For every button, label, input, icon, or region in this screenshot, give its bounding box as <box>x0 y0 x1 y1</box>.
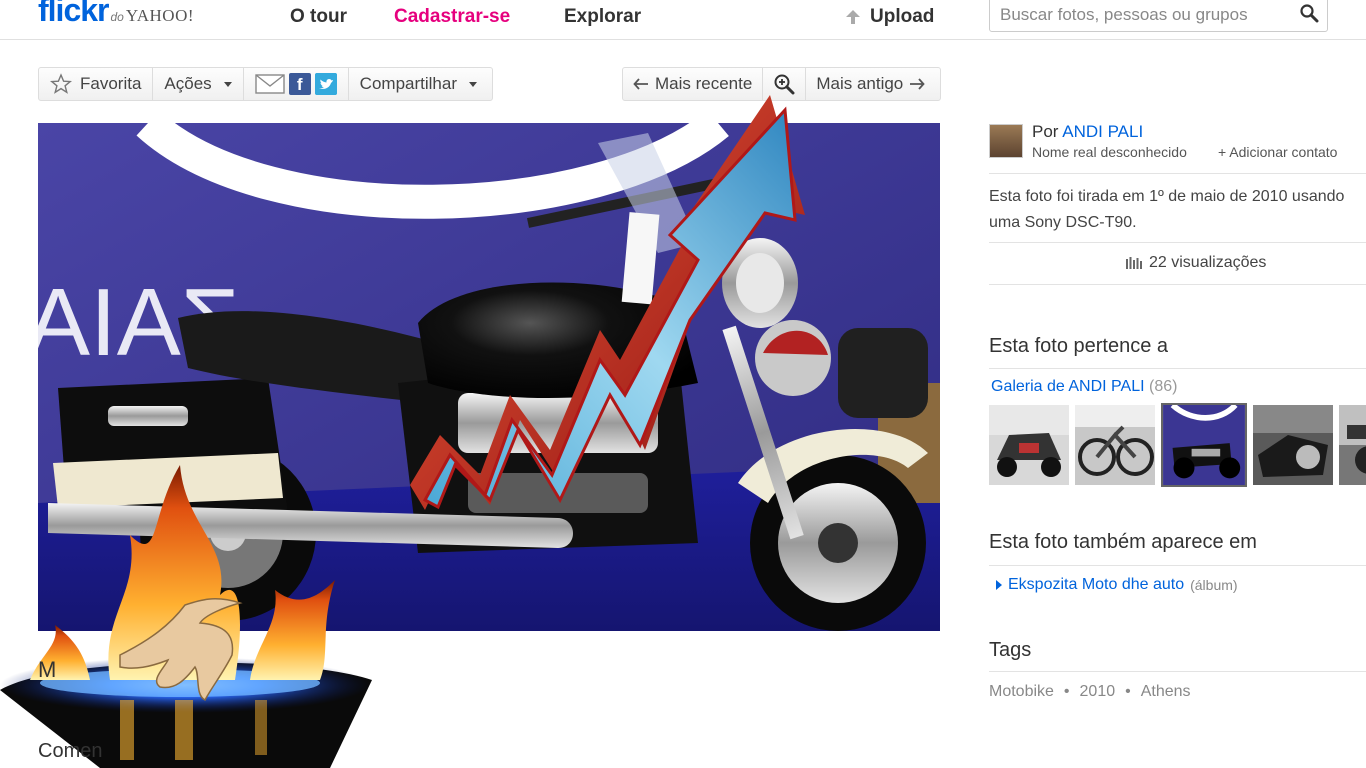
also-appears-heading: Esta foto também aparece em <box>989 531 1257 553</box>
photo-pager: Mais recente Mais antigo <box>622 67 941 101</box>
share-label: Compartilhar <box>359 74 457 93</box>
add-contact-link[interactable]: + Adicionar contato <box>1218 144 1337 160</box>
thumbnail[interactable] <box>1075 405 1155 485</box>
bar-chart-icon <box>1126 257 1142 269</box>
taken-line-1: Esta foto foi tirada em 1º de maio de 20… <box>989 188 1345 205</box>
gallery-thumbnails <box>989 403 1366 487</box>
album-name: Ekspozita Moto dhe auto <box>1008 576 1185 593</box>
owner-by-label: Por <box>1032 122 1059 141</box>
nav-signup[interactable]: Cadastrar-se <box>394 6 510 28</box>
logo-do-text: do <box>110 10 124 24</box>
star-icon <box>50 73 72 94</box>
tag-separator: • <box>1125 683 1131 700</box>
zoom-in-icon <box>774 74 795 95</box>
divider <box>989 565 1366 566</box>
divider <box>989 368 1366 369</box>
zoom-button[interactable] <box>763 68 807 100</box>
tag-list: Motobike • 2010 • Athens <box>989 683 1191 701</box>
newer-photo-button[interactable]: Mais recente <box>623 68 764 100</box>
tags-heading: Tags <box>989 639 1032 661</box>
twitter-icon[interactable] <box>314 73 337 95</box>
arrow-right-icon <box>910 78 925 90</box>
owner-info: Por ANDI PALI Nome real desconhecido + A… <box>989 122 1366 173</box>
flickr-logo[interactable]: flickr do YAHOO! <box>38 0 194 28</box>
share-dropdown[interactable]: Compartilhar <box>349 68 488 100</box>
email-icon[interactable] <box>254 73 285 95</box>
thumbnail-current[interactable] <box>1161 403 1247 487</box>
owner-name-link[interactable]: ANDI PALI <box>1062 122 1143 141</box>
favorite-label: Favorita <box>80 74 142 93</box>
main-photo[interactable]: ΑΙΑΣ <box>38 123 940 631</box>
tag-separator: • <box>1063 683 1070 700</box>
upload-link[interactable]: Upload <box>844 6 934 28</box>
thumbnail[interactable] <box>1339 405 1366 485</box>
tag-item[interactable]: Athens <box>1141 683 1191 701</box>
divider <box>989 242 1366 243</box>
thumbnail[interactable] <box>1253 405 1333 485</box>
top-header: flickr do YAHOO! O tour Cadastrar-se Exp… <box>0 0 1366 40</box>
search-box <box>989 0 1328 32</box>
motorcycle-photo: ΑΙΑΣ <box>38 123 940 631</box>
tag-item[interactable]: 2010 <box>1080 683 1116 701</box>
logo-flickr-text: flickr <box>38 0 109 28</box>
photo-title: M <box>38 657 57 682</box>
chevron-down-icon <box>223 81 232 87</box>
photo-taken-info: Esta foto foi tirada em 1º de maio de 20… <box>989 184 1366 236</box>
older-photo-button[interactable]: Mais antigo <box>806 68 935 100</box>
album-kind: (álbum) <box>1190 577 1238 593</box>
actions-dropdown[interactable]: Ações <box>153 68 244 100</box>
gallery-count: (86) <box>1149 378 1178 395</box>
nav-explore[interactable]: Explorar <box>564 6 641 28</box>
nav-tour[interactable]: O tour <box>290 6 347 28</box>
favorite-button[interactable]: Favorita <box>39 68 154 100</box>
belongs-heading: Esta foto pertence a <box>989 335 1169 357</box>
arrow-left-icon <box>633 78 648 90</box>
owner-byline: Por ANDI PALI <box>1032 122 1143 142</box>
album-link[interactable]: Ekspozita Moto dhe auto (álbum) <box>996 576 1238 594</box>
upload-arrow-icon <box>846 10 860 24</box>
facebook-icon[interactable]: f <box>288 73 311 95</box>
share-icons: f <box>244 68 349 100</box>
views-label: 22 visualizações <box>1149 254 1267 271</box>
newer-label: Mais recente <box>655 74 753 93</box>
triangle-right-icon <box>996 580 1002 590</box>
search-icon[interactable] <box>1299 3 1319 23</box>
divider <box>989 173 1366 174</box>
upload-label: Upload <box>870 6 935 27</box>
divider <box>989 671 1366 672</box>
actions-label: Ações <box>164 74 212 93</box>
views-count: 22 visualizações <box>1126 254 1266 272</box>
gallery-name: Galeria de ANDI PALI <box>991 378 1145 395</box>
thumbnail[interactable] <box>989 405 1069 485</box>
photo-action-toolbar: Favorita Ações f Compartilhar <box>38 67 493 101</box>
comments-heading: Comen <box>38 740 103 762</box>
tag-item[interactable]: Motobike <box>989 683 1054 701</box>
older-label: Mais antigo <box>816 74 904 93</box>
gallery-link[interactable]: Galeria de ANDI PALI (86) <box>991 378 1177 396</box>
chevron-down-icon <box>468 81 477 87</box>
taken-line-2: uma Sony DSC-T90. <box>989 214 1137 231</box>
divider <box>989 284 1366 285</box>
logo-yahoo-text: YAHOO! <box>125 6 195 25</box>
search-input[interactable] <box>1000 5 1290 25</box>
owner-real-name: Nome real desconhecido <box>1032 144 1187 160</box>
avatar[interactable] <box>989 124 1023 158</box>
